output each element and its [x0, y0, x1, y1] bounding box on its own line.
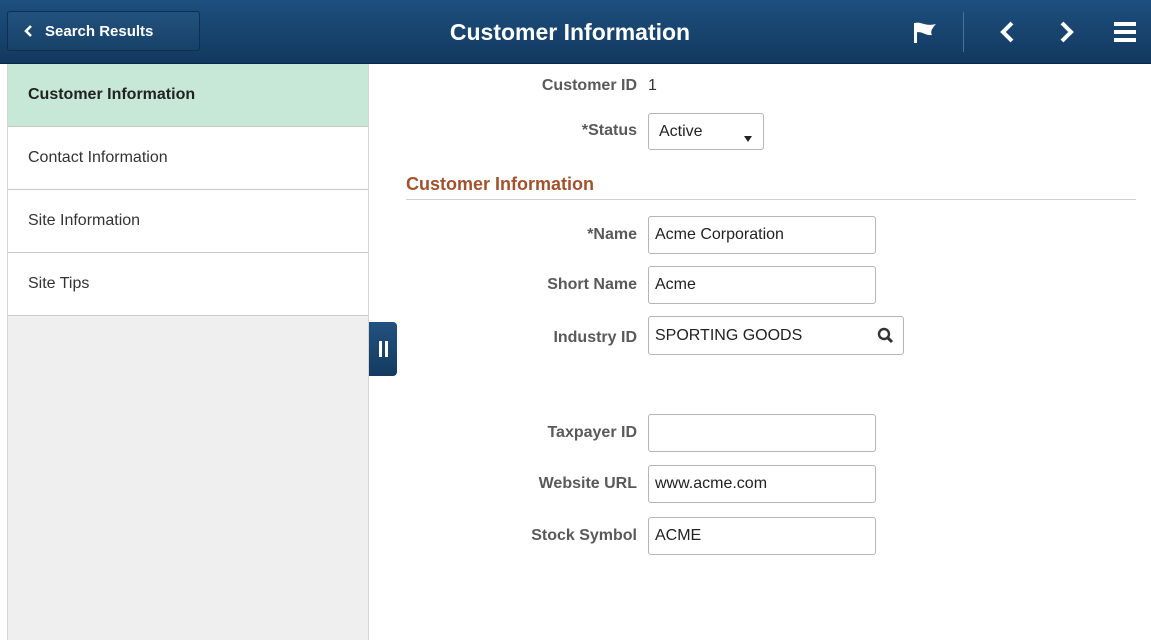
short-name-input[interactable] — [648, 266, 876, 304]
nav-item-label: Contact Information — [28, 149, 168, 166]
industry-id-input[interactable] — [649, 317, 869, 354]
nav-item-label: Customer Information — [28, 86, 196, 103]
next-icon[interactable] — [1050, 0, 1084, 64]
nav-item-site-information[interactable]: Site Information — [8, 190, 368, 253]
name-label: *Name — [587, 226, 637, 243]
status-selected-value: Active — [659, 122, 703, 140]
nav-item-contact-information[interactable]: Contact Information — [8, 127, 368, 190]
chevron-left-icon — [24, 25, 33, 37]
search-icon[interactable] — [877, 327, 895, 345]
back-to-search-results-button[interactable]: Search Results — [7, 11, 200, 51]
status-select[interactable]: Active — [648, 113, 764, 150]
page-title: Customer Information — [449, 19, 691, 45]
section-divider — [406, 199, 1136, 200]
customer-id-label: Customer ID — [541, 77, 637, 94]
stock-symbol-input[interactable] — [648, 517, 876, 555]
header-separator — [963, 12, 964, 52]
pause-bar-icon — [378, 341, 382, 357]
status-label: *Status — [581, 122, 637, 139]
name-input[interactable] — [648, 216, 876, 254]
dropdown-arrow-icon — [744, 129, 752, 147]
nav-item-site-tips[interactable]: Site Tips — [8, 253, 368, 316]
previous-icon[interactable] — [990, 0, 1024, 64]
stock-symbol-label: Stock Symbol — [531, 527, 637, 544]
pause-bar-icon — [384, 341, 388, 357]
collapse-panel-handle[interactable] — [369, 322, 397, 376]
back-button-label: Search Results — [45, 22, 154, 40]
taxpayer-id-label: Taxpayer ID — [547, 424, 637, 441]
industry-id-lookup — [648, 316, 904, 355]
taxpayer-id-input[interactable] — [648, 414, 876, 452]
website-url-input[interactable] — [648, 465, 876, 503]
nav-item-label: Site Tips — [28, 275, 90, 292]
menu-icon[interactable] — [1107, 0, 1143, 64]
nav-item-label: Site Information — [28, 212, 141, 229]
customer-id-value: 1 — [648, 77, 657, 94]
flag-icon[interactable] — [905, 0, 945, 64]
industry-id-label: Industry ID — [553, 329, 637, 346]
left-navigation-panel: Customer Information Contact Information… — [7, 64, 369, 640]
website-url-label: Website URL — [538, 475, 637, 492]
header-bar: Search Results Customer Information — [0, 0, 1151, 64]
section-title: Customer Information — [406, 174, 595, 194]
short-name-label: Short Name — [547, 276, 637, 293]
customer-form: Customer ID 1 *Status Active Customer In… — [397, 64, 1151, 640]
nav-item-customer-information[interactable]: Customer Information — [8, 64, 368, 127]
